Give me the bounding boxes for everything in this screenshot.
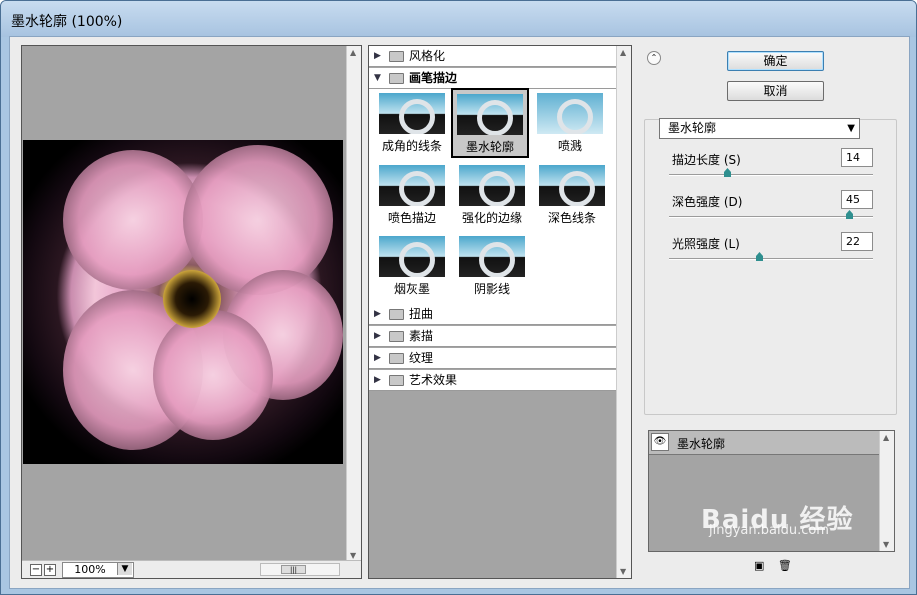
thumb-label: 强化的边缘 [461,211,522,225]
filter-list-scrollbar[interactable]: ▲ ▼ [616,46,631,578]
collapse-gallery-icon[interactable]: ⌃ [647,51,661,65]
category-artistic[interactable]: ▶ 艺术效果 [369,370,616,391]
stroke-length-label: 描边长度 (S) [672,153,741,167]
expand-arrow-icon: ▶ [374,331,381,341]
expand-arrow-icon: ▶ [374,353,381,363]
layers-scrollbar[interactable]: ▲ ▼ [879,431,894,551]
expand-arrow-icon: ▶ [374,375,381,385]
filter-select-value: 墨水轮廓 [668,121,717,135]
thumbnail-image [379,165,445,206]
thumb-label: 喷溅 [557,139,582,153]
category-sketch[interactable]: ▶ 素描 [369,326,616,347]
eye-icon[interactable]: 👁 [651,433,669,451]
preview-vertical-scrollbar[interactable]: ▲ ▼ [346,46,361,562]
watermark-url: jingyan.baidu.com [709,523,829,538]
effect-layer-row[interactable]: 👁 墨水轮廓 [649,431,879,455]
category-label: 扭曲 [409,307,434,321]
thumb-label: 墨水轮廓 [465,140,514,154]
light-intensity-slider[interactable] [669,252,873,261]
thumb-label: 成角的线条 [381,139,442,153]
scroll-up-icon[interactable]: ▲ [883,433,889,442]
scroll-up-icon[interactable]: ▲ [350,48,356,57]
thumb-label: 深色线条 [547,211,596,225]
thumbnail-image [459,165,525,206]
ok-button[interactable]: 确定 [727,51,824,71]
category-brush-strokes[interactable]: ▼ 画笔描边 [369,68,616,89]
cancel-button[interactable]: 取消 [727,81,824,101]
window-title: 墨水轮廓 (100%) [11,14,123,30]
filter-thumb-dark-strokes[interactable]: 深色线条 [533,161,611,231]
filter-thumb-crosshatch[interactable]: 阴影线 [453,232,531,302]
stroke-length-slider[interactable] [669,168,873,177]
expand-arrow-icon: ▶ [374,309,381,319]
filter-thumb-accented-edges[interactable]: 强化的边缘 [453,161,531,231]
scroll-down-icon[interactable]: ▼ [620,567,626,576]
preview-horizontal-scrollbar[interactable]: ||| [260,563,340,576]
thumbnail-image [539,165,605,206]
filter-thumb-angled-strokes[interactable]: 成角的线条 [373,89,451,159]
thumbnail-image [379,93,445,134]
thumb-label: 喷色描边 [387,211,436,225]
collapse-arrow-icon: ▼ [374,73,381,83]
preview-pane[interactable]: ▲ ▼ − + 100% ▼ ||| [21,45,362,579]
scroll-thumb[interactable]: ||| [281,565,306,574]
scroll-down-icon[interactable]: ▼ [883,540,889,549]
scroll-up-icon[interactable]: ▲ [620,48,626,57]
filter-list: ▶ 风格化 ▼ 画笔描边 成角的线条 墨水轮廓 喷溅 喷色描边 强化的边缘 深色… [368,45,632,579]
thumbnail-image [379,236,445,277]
dark-intensity-label: 深色强度 (D) [672,195,743,209]
dark-intensity-input[interactable]: 45 [841,190,873,209]
category-label: 艺术效果 [409,373,458,387]
category-label: 风格化 [409,49,446,63]
thumbnail-image [457,94,523,135]
new-effect-layer-icon[interactable]: ▣ [754,559,764,572]
category-texture[interactable]: ▶ 纹理 [369,348,616,369]
category-stylize[interactable]: ▶ 风格化 [369,46,616,67]
thumbnail-image [459,236,525,277]
filter-select[interactable]: 墨水轮廓 ▼ [659,118,860,139]
folder-icon [389,353,404,364]
delete-effect-layer-icon[interactable]: 🗑 [778,559,792,572]
thumb-label: 阴影线 [473,282,510,296]
expand-arrow-icon: ▶ [374,51,381,61]
preview-image [23,140,343,464]
effect-layer-name: 墨水轮廓 [677,437,726,451]
filter-thumb-ink-outlines[interactable]: 墨水轮廓 [451,88,529,158]
layer-buttons: ▣ 🗑 [754,559,792,572]
zoom-out-button[interactable]: − [30,564,42,576]
filter-thumbnails: 成角的线条 墨水轮廓 喷溅 喷色描边 强化的边缘 深色线条 烟灰墨 阴影线 [369,88,616,304]
title-bar: 墨水轮廓 (100%) [1,1,916,37]
category-label: 纹理 [409,351,434,365]
category-label: 素描 [409,329,434,343]
light-intensity-input[interactable]: 22 [841,232,873,251]
thumbnail-image [537,93,603,134]
category-distort[interactable]: ▶ 扭曲 [369,304,616,325]
filter-thumb-sprayed-strokes[interactable]: 喷色描边 [373,161,451,231]
filter-thumb-spatter[interactable]: 喷溅 [531,89,609,159]
light-intensity-label: 光照强度 (L) [672,237,740,251]
folder-icon [389,375,404,386]
zoom-in-button[interactable]: + [44,564,56,576]
folder-icon [389,331,404,342]
filter-gallery-window: 墨水轮廓 (100%) ▲ ▼ − + 100% ▼ ||| ▶ 风格化 ▼ 画… [0,0,917,595]
preview-toolbar: − + 100% ▼ ||| [22,560,361,578]
zoom-level-value: 100% [74,563,106,576]
zoom-dropdown-icon[interactable]: ▼ [117,563,132,575]
chevron-down-icon: ▼ [847,123,855,134]
dark-intensity-slider[interactable] [669,210,873,219]
scroll-down-icon[interactable]: ▼ [350,551,356,560]
category-label: 画笔描边 [409,71,458,85]
folder-icon [389,51,404,62]
folder-icon [389,309,404,320]
filter-thumb-sumi-e[interactable]: 烟灰墨 [373,232,451,302]
stroke-length-input[interactable]: 14 [841,148,873,167]
thumb-label: 烟灰墨 [393,282,430,296]
folder-icon [389,73,404,84]
